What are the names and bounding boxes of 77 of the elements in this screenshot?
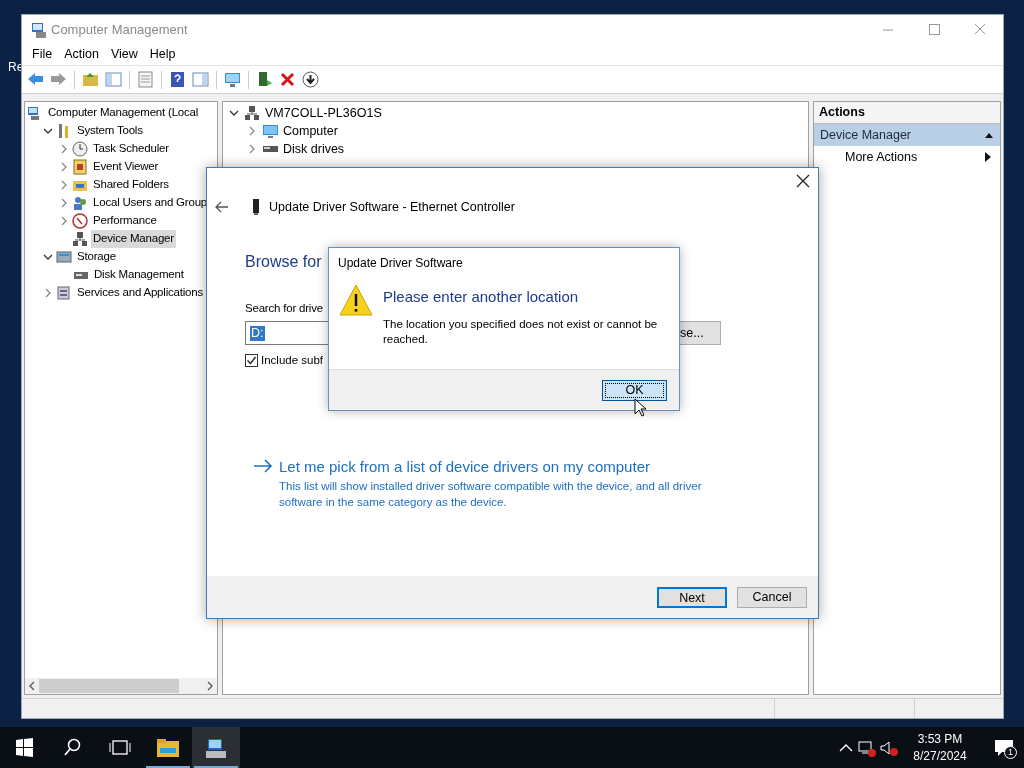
menu-item[interactable]: File <box>26 45 59 64</box>
collapse-chevron-icon[interactable] <box>43 126 53 136</box>
device-tree-item[interactable]: Disk drives <box>283 139 345 159</box>
submenu-arrow-icon <box>984 152 992 162</box>
clock-icon <box>72 141 88 157</box>
monitor-icon[interactable] <box>223 70 242 89</box>
message-text: The location you specified does not exist or cannot be reached. <box>383 316 659 347</box>
delete-icon[interactable] <box>278 70 297 89</box>
tree-item[interactable]: Shared Folders <box>91 176 171 194</box>
window-title: Computer Management <box>51 20 188 39</box>
expand-chevron-icon[interactable] <box>59 162 69 172</box>
notification-button[interactable]: 1 <box>984 727 1024 768</box>
browse-button[interactable]: se... <box>680 321 721 346</box>
clock-date[interactable]: 8/27/2024 <box>913 747 967 765</box>
expand-chevron-icon[interactable] <box>59 198 69 208</box>
device-tree-item[interactable]: VM7COLL-PL36O1S <box>265 103 382 123</box>
collapse-chevron-icon[interactable] <box>229 108 239 118</box>
tree-item[interactable]: Computer Management (Local <box>46 104 201 122</box>
disk-drive-icon <box>262 146 278 152</box>
scrollbar-thumb[interactable] <box>39 679 179 693</box>
expand-chevron-icon[interactable] <box>59 144 69 154</box>
tree-item[interactable]: System Tools <box>75 122 145 140</box>
next-button[interactable]: Next <box>657 586 727 608</box>
checked-checkbox[interactable] <box>245 354 258 368</box>
expand-chevron-icon[interactable] <box>247 126 257 136</box>
close-icon[interactable] <box>796 174 810 188</box>
actions-header: Actions <box>814 102 1000 124</box>
dialog-title: Update Driver Software - Ethernet Controller <box>269 198 515 216</box>
right-arrow-icon[interactable] <box>253 458 273 473</box>
actions-section[interactable]: Device Manager <box>814 124 1000 146</box>
expand-chevron-icon[interactable] <box>43 288 53 298</box>
tree-item[interactable]: Storage <box>75 248 118 266</box>
ok-button[interactable]: OK <box>602 379 667 401</box>
computer-management-icon <box>30 20 48 39</box>
storage-icon <box>56 249 72 265</box>
field-label: Search for drive <box>245 301 323 316</box>
notification-badge: 1 <box>1004 746 1017 759</box>
back-arrow-icon[interactable] <box>215 201 229 213</box>
expand-chevron-icon[interactable] <box>59 180 69 190</box>
expand-chevron-icon[interactable] <box>247 144 257 154</box>
event-log-icon <box>72 159 88 175</box>
horizontal-scrollbar[interactable] <box>25 678 217 694</box>
computer-management-button[interactable] <box>192 727 240 768</box>
device-tree-item[interactable]: Computer <box>283 121 338 141</box>
services-icon <box>56 285 72 301</box>
tree-item[interactable]: Task Scheduler <box>91 140 171 158</box>
tree-item[interactable]: Disk Management <box>92 266 186 284</box>
expand-chevron-icon[interactable] <box>59 216 69 226</box>
menu-item[interactable]: View <box>104 45 144 64</box>
computer-icon <box>204 736 228 759</box>
option-link[interactable]: Let me pick from a list of device drivers on my computer <box>279 455 729 478</box>
tree-item[interactable]: Local Users and Group <box>91 194 210 212</box>
menu-item[interactable]: Action <box>58 45 105 64</box>
message-heading: Please enter another location <box>383 287 580 307</box>
action-link[interactable]: More Actions <box>814 146 1000 168</box>
users-icon <box>72 195 88 211</box>
device-tree-icon <box>72 231 88 247</box>
collapse-chevron-icon[interactable] <box>43 252 53 262</box>
tree-item[interactable]: Event Viewer <box>91 158 161 176</box>
device-tree-icon <box>244 105 260 121</box>
help-icon[interactable] <box>168 70 187 89</box>
tree-item[interactable]: Device Manager <box>91 230 176 248</box>
tree-item[interactable]: Services and Applications <box>75 284 206 302</box>
folder-up-icon[interactable] <box>81 70 100 89</box>
checkbox-label: Include subf <box>261 353 323 369</box>
folder-icon <box>156 736 180 759</box>
menu-item[interactable]: Help <box>143 45 182 64</box>
path-input-field[interactable]: D: <box>245 321 328 346</box>
download-icon[interactable] <box>301 70 320 89</box>
wizard-heading: Browse for <box>245 252 322 272</box>
clock-time[interactable]: 3:53 PM <box>917 730 963 748</box>
tree-item[interactable]: Performance <box>91 212 159 230</box>
cancel-button[interactable]: Cancel <box>737 586 807 608</box>
monitor-icon <box>262 123 278 139</box>
option-description: This list will show installed driver software compatible with the device, and all driver software in the same category as the device. <box>279 479 703 510</box>
warning-icon <box>339 284 373 316</box>
dialog-title: Update Driver Software <box>337 255 463 272</box>
